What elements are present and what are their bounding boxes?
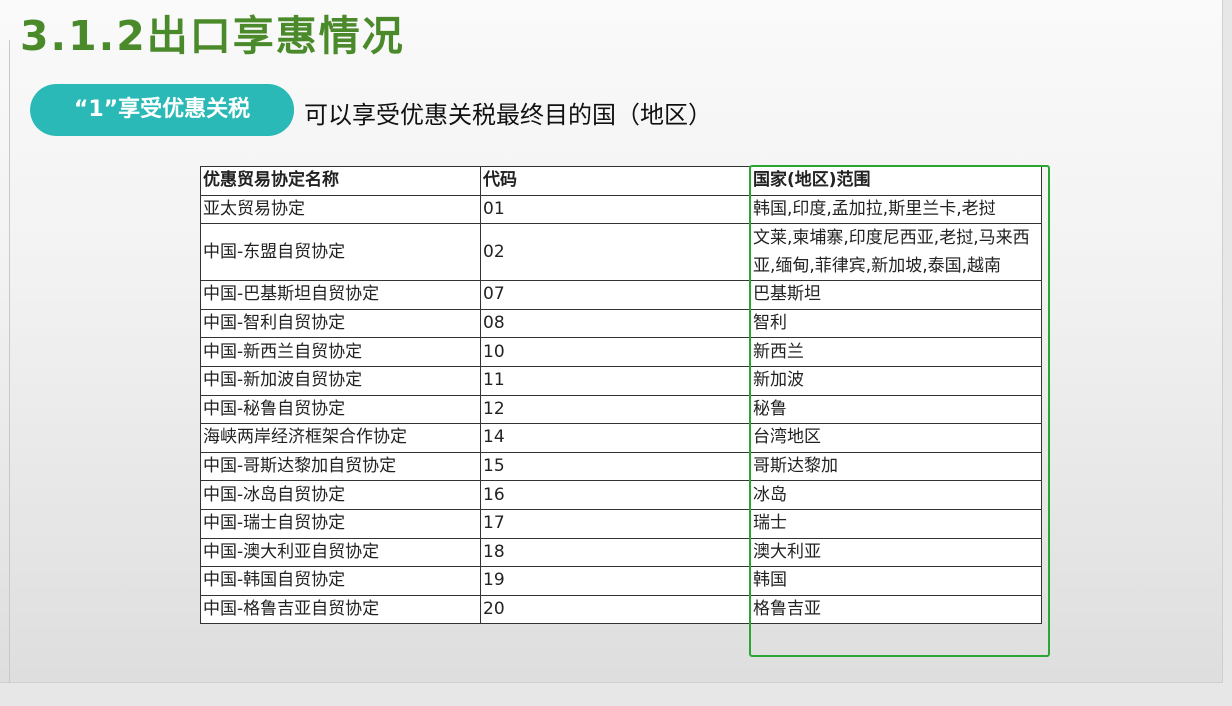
agreement-name: 中国-巴基斯坦自贸协定 — [201, 281, 481, 310]
country-scope: 瑞士 — [751, 509, 1042, 538]
agreement-code: 16 — [481, 481, 751, 510]
table-row: 中国-澳大利亚自贸协定 18 澳大利亚 — [201, 538, 1042, 567]
country-scope: 冰岛 — [751, 481, 1042, 510]
table-row: 中国-东盟自贸协定 02 文莱,柬埔寨,印度尼西亚,老挝,马来西亚,缅甸,菲律宾… — [201, 224, 1042, 281]
table-row: 中国-瑞士自贸协定 17 瑞士 — [201, 509, 1042, 538]
table-row: 中国-韩国自贸协定 19 韩国 — [201, 567, 1042, 596]
agreement-name: 中国-格鲁吉亚自贸协定 — [201, 595, 481, 624]
agreement-name: 中国-冰岛自贸协定 — [201, 481, 481, 510]
agreement-name: 亚太贸易协定 — [201, 195, 481, 224]
agreement-name: 中国-瑞士自贸协定 — [201, 509, 481, 538]
agreement-name: 中国-秘鲁自贸协定 — [201, 395, 481, 424]
agreement-code: 11 — [481, 366, 751, 395]
agreement-code: 20 — [481, 595, 751, 624]
table-row: 中国-新西兰自贸协定 10 新西兰 — [201, 338, 1042, 367]
agreement-code: 17 — [481, 509, 751, 538]
agreement-code: 01 — [481, 195, 751, 224]
agreement-name: 中国-新加波自贸协定 — [201, 366, 481, 395]
country-scope: 新加波 — [751, 366, 1042, 395]
agreement-code: 10 — [481, 338, 751, 367]
agreement-code: 19 — [481, 567, 751, 596]
section-subtitle: 可以享受优惠关税最终目的国（地区） — [304, 95, 712, 130]
table-row: 亚太贸易协定 01 韩国,印度,孟加拉,斯里兰卡,老挝 — [201, 195, 1042, 224]
table-row: 中国-格鲁吉亚自贸协定 20 格鲁吉亚 — [201, 595, 1042, 624]
agreement-name: 中国-澳大利亚自贸协定 — [201, 538, 481, 567]
table-row: 中国-巴基斯坦自贸协定 07 巴基斯坦 — [201, 281, 1042, 310]
agreement-name: 中国-哥斯达黎加自贸协定 — [201, 452, 481, 481]
agreement-name: 海峡两岸经济框架合作协定 — [201, 424, 481, 453]
table-row: 中国-新加波自贸协定 11 新加波 — [201, 366, 1042, 395]
table-row: 海峡两岸经济框架合作协定 14 台湾地区 — [201, 424, 1042, 453]
table-row: 中国-冰岛自贸协定 16 冰岛 — [201, 481, 1042, 510]
agreement-code: 12 — [481, 395, 751, 424]
agreement-code: 18 — [481, 538, 751, 567]
country-scope: 格鲁吉亚 — [751, 595, 1042, 624]
agreement-code: 08 — [481, 309, 751, 338]
agreement-name: 中国-东盟自贸协定 — [201, 224, 481, 281]
agreement-code: 14 — [481, 424, 751, 453]
country-scope: 文莱,柬埔寨,印度尼西亚,老挝,马来西亚,缅甸,菲律宾,新加坡,泰国,越南 — [751, 224, 1042, 281]
header-agreement-name: 优惠贸易协定名称 — [201, 167, 481, 196]
country-scope: 哥斯达黎加 — [751, 452, 1042, 481]
country-scope: 韩国 — [751, 567, 1042, 596]
agreement-name: 中国-新西兰自贸协定 — [201, 338, 481, 367]
country-scope: 韩国,印度,孟加拉,斯里兰卡,老挝 — [751, 195, 1042, 224]
slide-left-rule — [9, 40, 10, 683]
page-title: 3.1.2出口享惠情况 — [20, 2, 405, 62]
country-scope: 新西兰 — [751, 338, 1042, 367]
agreement-name: 中国-韩国自贸协定 — [201, 567, 481, 596]
agreement-name: 中国-智利自贸协定 — [201, 309, 481, 338]
table-header-row: 优惠贸易协定名称 代码 国家(地区)范围 — [201, 167, 1042, 196]
country-scope: 澳大利亚 — [751, 538, 1042, 567]
slide: 3.1.2出口享惠情况 “1”享受优惠关税 可以享受优惠关税最终目的国（地区） … — [0, 0, 1223, 683]
header-country-scope: 国家(地区)范围 — [751, 167, 1042, 196]
country-scope: 秘鲁 — [751, 395, 1042, 424]
country-scope: 巴基斯坦 — [751, 281, 1042, 310]
header-code: 代码 — [481, 167, 751, 196]
agreement-code: 02 — [481, 224, 751, 281]
table-row: 中国-秘鲁自贸协定 12 秘鲁 — [201, 395, 1042, 424]
agreement-table: 优惠贸易协定名称 代码 国家(地区)范围 亚太贸易协定 01 韩国,印度,孟加拉… — [200, 166, 1042, 624]
agreement-code: 07 — [481, 281, 751, 310]
table-row: 中国-智利自贸协定 08 智利 — [201, 309, 1042, 338]
agreement-code: 15 — [481, 452, 751, 481]
section-badge-label: “1”享受优惠关税 — [30, 84, 294, 136]
country-scope: 智利 — [751, 309, 1042, 338]
table-row: 中国-哥斯达黎加自贸协定 15 哥斯达黎加 — [201, 452, 1042, 481]
country-scope: 台湾地区 — [751, 424, 1042, 453]
